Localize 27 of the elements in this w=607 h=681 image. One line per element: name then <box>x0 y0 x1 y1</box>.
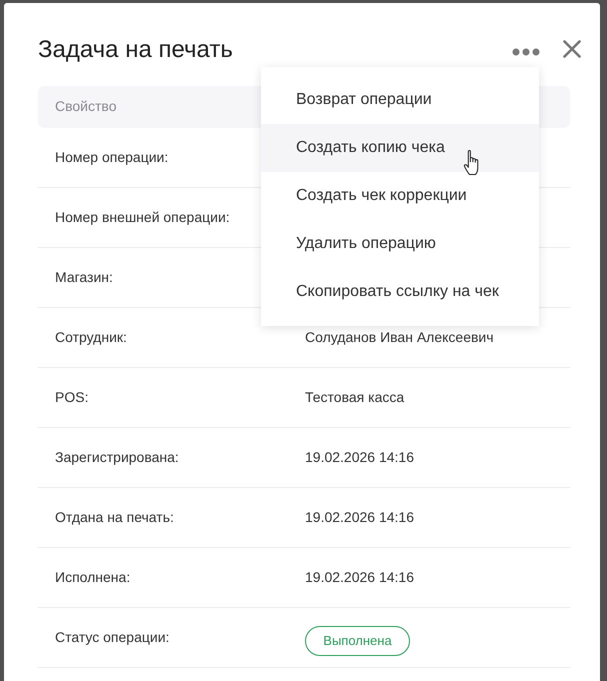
property-value: 19.02.2026 14:16 <box>305 508 414 527</box>
property-label: Номер внешней операции: <box>55 208 230 224</box>
property-label: Зарегистрирована: <box>55 448 179 464</box>
property-value: 19.02.2026 14:16 <box>305 448 414 467</box>
close-button[interactable] <box>563 40 581 58</box>
menu-item[interactable]: Создать копию чека <box>261 124 539 172</box>
menu-item[interactable]: Удалить операцию <box>261 220 539 268</box>
dialog-title: Задача на печать <box>38 35 233 65</box>
property-label: Статус операции: <box>55 628 170 644</box>
menu-item[interactable]: Создать чек коррекции <box>261 172 539 220</box>
property-label: Отдана на печать: <box>55 508 174 524</box>
column-header: Свойство <box>55 98 116 114</box>
property-value: 19.02.2026 14:16 <box>305 568 414 587</box>
property-value: Солуданов Иван Алексеевич <box>305 328 494 347</box>
property-label: POS: <box>55 388 88 404</box>
property-label: Исполнена: <box>55 568 130 584</box>
more-options-icon <box>512 48 540 56</box>
menu-item[interactable]: Скопировать ссылку на чек <box>261 268 539 316</box>
more-options-button[interactable] <box>512 46 540 56</box>
close-icon <box>563 40 581 58</box>
menu-item[interactable]: Возврат операции <box>261 76 539 124</box>
property-label: Магазин: <box>55 268 113 284</box>
status-badge: Выполнена <box>305 626 410 656</box>
property-label: Номер операции: <box>55 148 168 164</box>
property-value: Тестовая касса <box>305 388 404 407</box>
hand-cursor-icon <box>463 150 479 175</box>
property-label: Сотрудник: <box>55 328 127 344</box>
